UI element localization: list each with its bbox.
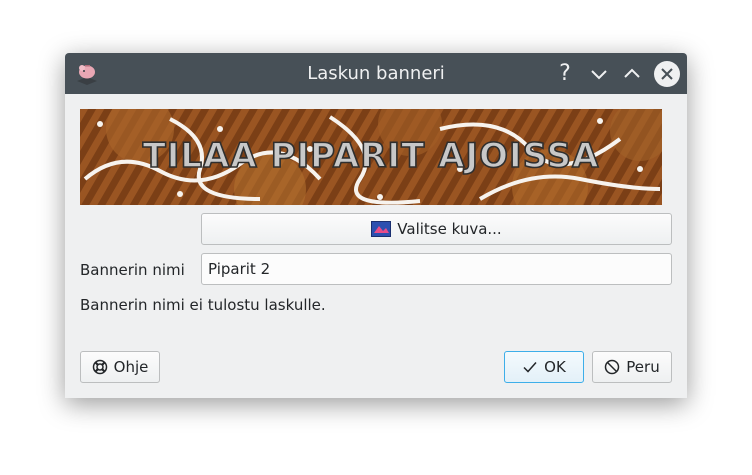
cancel-icon bbox=[605, 359, 620, 375]
help-icon[interactable]: ? bbox=[552, 61, 578, 87]
banner-graphic: TILAA PIPARIT AJOISSA bbox=[80, 109, 662, 205]
chevron-down-icon[interactable] bbox=[586, 61, 612, 87]
ok-button-label: OK bbox=[544, 358, 566, 376]
chevron-up-icon[interactable] bbox=[619, 61, 645, 87]
ok-button[interactable]: OK bbox=[504, 351, 584, 383]
lifebuoy-icon bbox=[92, 359, 107, 375]
cancel-button[interactable]: Peru bbox=[592, 351, 672, 383]
banner-image: TILAA PIPARIT AJOISSA bbox=[80, 109, 662, 205]
banner-text: TILAA PIPARIT AJOISSA bbox=[143, 136, 600, 176]
banner-name-note: Bannerin nimi ei tulostu laskulle. bbox=[80, 296, 326, 314]
banner-dialog: Laskun banneri ? TILAA PIPARIT AJOISSA V… bbox=[65, 53, 687, 398]
choose-image-label: Valitse kuva... bbox=[397, 220, 502, 238]
checkmark-icon bbox=[523, 362, 537, 373]
close-icon[interactable] bbox=[654, 61, 680, 87]
image-icon bbox=[371, 221, 392, 237]
cancel-button-label: Peru bbox=[626, 358, 660, 376]
banner-name-label: Bannerin nimi bbox=[80, 261, 185, 279]
title-bar[interactable]: Laskun banneri ? bbox=[65, 53, 687, 94]
choose-image-button[interactable]: Valitse kuva... bbox=[201, 213, 672, 245]
help-button[interactable]: Ohje bbox=[80, 351, 160, 383]
banner-name-input[interactable] bbox=[201, 253, 672, 285]
help-button-label: Ohje bbox=[113, 358, 149, 376]
